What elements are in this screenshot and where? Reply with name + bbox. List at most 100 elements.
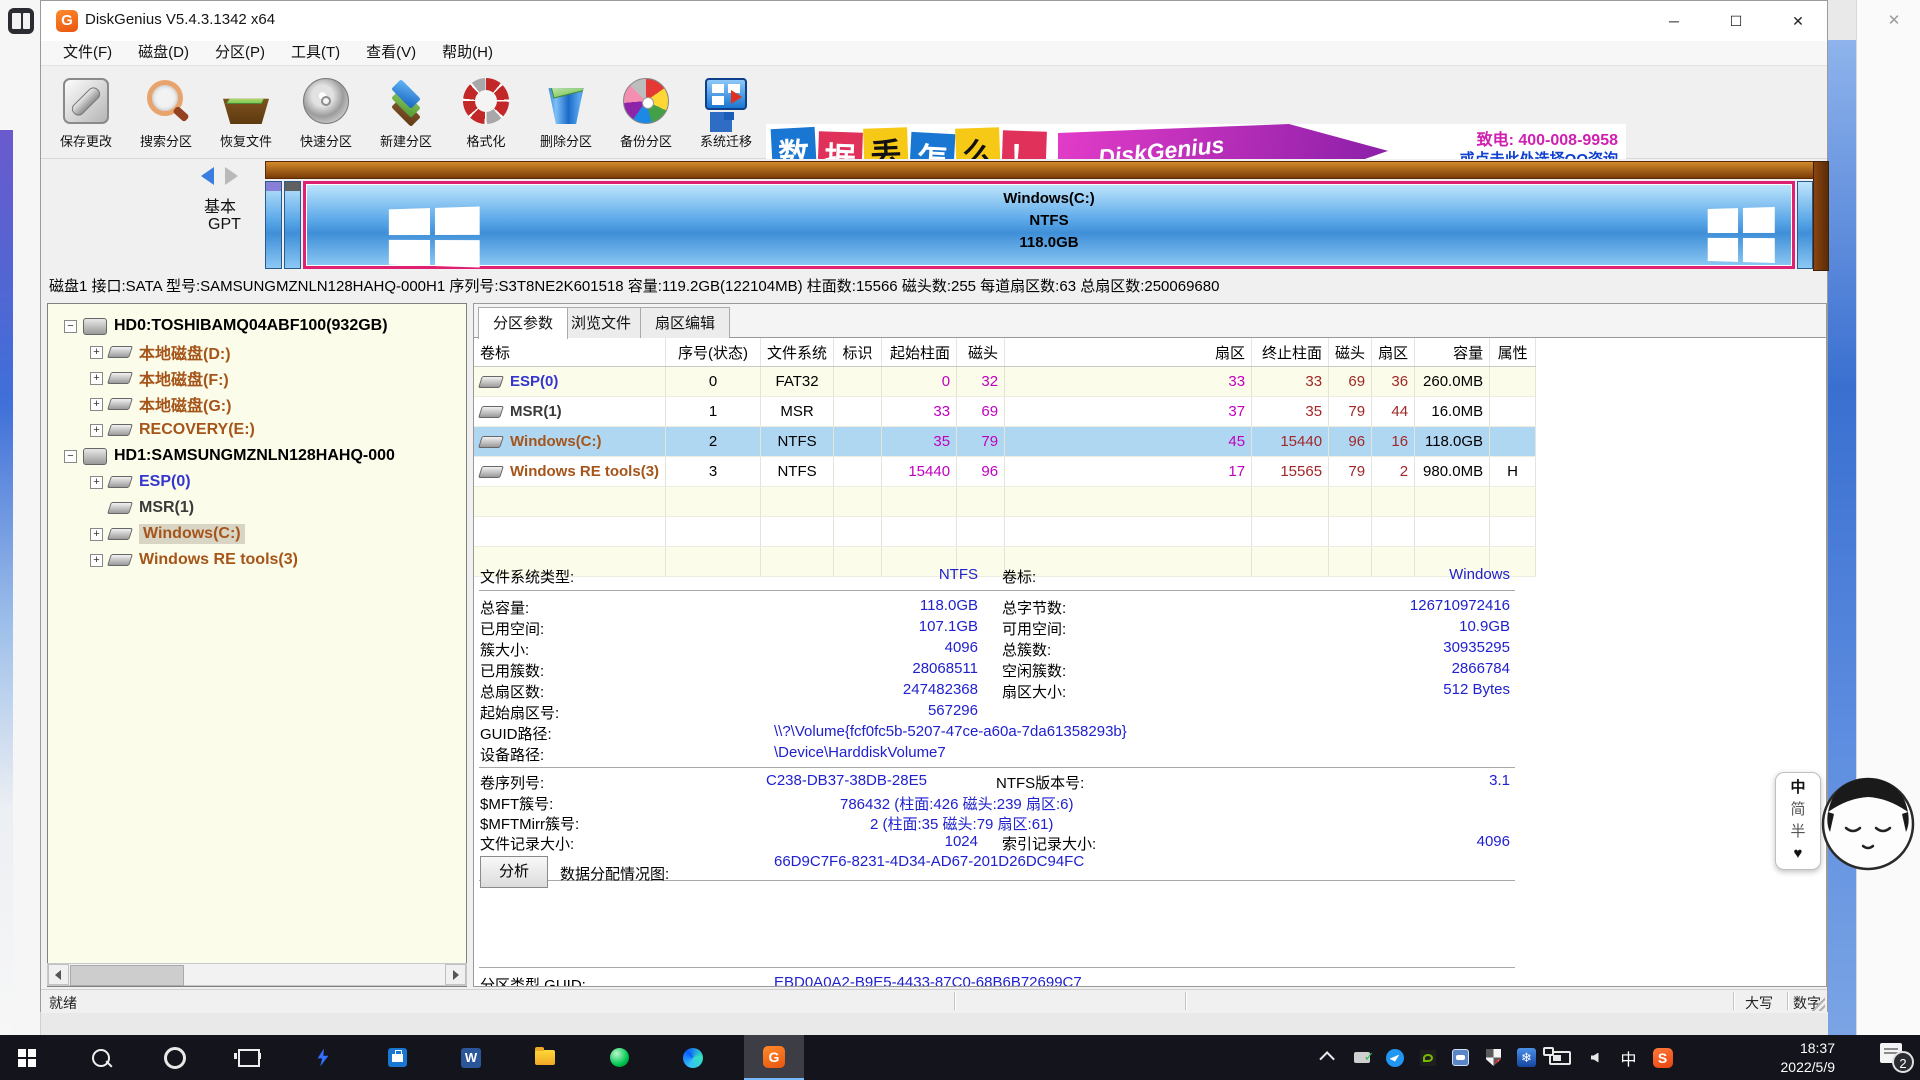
- table-row-msr[interactable]: MSR(1) 1MSR 33 6937 3579 4416.0MB: [474, 397, 1536, 427]
- menu-disk[interactable]: 磁盘(D): [126, 41, 201, 65]
- analyze-button[interactable]: 分析: [480, 856, 548, 888]
- collapse-icon[interactable]: −: [64, 320, 77, 333]
- battery-icon: [1549, 1051, 1571, 1065]
- background-close-icon[interactable]: ✕: [1874, 8, 1914, 34]
- partition-block-re-tools[interactable]: [1797, 181, 1813, 269]
- disk-icon: [83, 318, 107, 335]
- cortana-icon: [164, 1047, 186, 1069]
- table-row-esp[interactable]: ESP(0) 0FAT32 0 3233 3369 36260.0MB: [474, 367, 1536, 397]
- tree-item-recovery-e[interactable]: + RECOVERY(E:): [90, 418, 255, 442]
- prev-disk-icon[interactable]: [201, 167, 214, 185]
- search-partition-button[interactable]: 搜索分区: [123, 70, 209, 156]
- partition-icon: [107, 424, 133, 436]
- taskbar-app-lightning[interactable]: [300, 1035, 346, 1080]
- format-button[interactable]: 格式化: [443, 70, 529, 156]
- expand-icon[interactable]: +: [90, 346, 103, 359]
- expand-icon[interactable]: +: [90, 372, 103, 385]
- scroll-left-icon[interactable]: [48, 964, 69, 985]
- partition-icon: [478, 466, 504, 478]
- tree-item-hd0[interactable]: − HD0:TOSHIBAMQ04ABF100(932GB): [64, 314, 388, 338]
- title-bar[interactable]: G DiskGenius V5.4.3.1342 x64 ─ ☐ ✕: [41, 1, 1827, 41]
- tab-partition-params[interactable]: 分区参数: [478, 307, 568, 339]
- expand-icon[interactable]: +: [90, 554, 103, 567]
- tray-battery[interactable]: [1543, 1035, 1576, 1080]
- partition-block-msr[interactable]: [284, 181, 301, 269]
- expand-icon[interactable]: +: [90, 528, 103, 541]
- close-button[interactable]: ✕: [1767, 1, 1829, 41]
- tree-horizontal-scrollbar[interactable]: [47, 963, 467, 986]
- next-disk-icon[interactable]: [225, 167, 238, 185]
- menu-partition[interactable]: 分区(P): [203, 41, 277, 65]
- tree-item-local-f[interactable]: + 本地磁盘(F:): [90, 366, 229, 390]
- tree-item-local-d[interactable]: + 本地磁盘(D:): [90, 340, 231, 364]
- new-partition-button[interactable]: 新建分区: [363, 70, 449, 156]
- taskbar-app-explorer[interactable]: [522, 1035, 568, 1080]
- taskbar-search-button[interactable]: [78, 1035, 124, 1080]
- tray-snowflake-app[interactable]: ❄: [1510, 1035, 1543, 1080]
- partition-block-windows-c[interactable]: Windows(C:) NTFS 118.0GB: [303, 181, 1795, 269]
- task-view-button[interactable]: [226, 1035, 272, 1080]
- save-changes-button[interactable]: 保存更改: [43, 70, 129, 156]
- quick-partition-button[interactable]: 快速分区: [283, 70, 369, 156]
- taskbar: W G ❄ 中 S 18:37 2022/5/9 2: [0, 1035, 1920, 1080]
- partition-detail-panel: 分区参数 浏览文件 扇区编辑 卷标序号(状态) 文件系统标识 起始柱面磁头 扇区…: [473, 303, 1827, 987]
- tray-printer[interactable]: [1345, 1035, 1378, 1080]
- partition-icon: [107, 372, 133, 384]
- tray-nvidia[interactable]: [1411, 1035, 1444, 1080]
- layers-icon: [383, 78, 429, 124]
- menu-file[interactable]: 文件(F): [51, 41, 124, 65]
- taskbar-app-edge[interactable]: [670, 1035, 716, 1080]
- minimize-button[interactable]: ─: [1643, 1, 1705, 41]
- expand-icon[interactable]: +: [90, 424, 103, 437]
- taskbar-clock[interactable]: 18:37 2022/5/9: [1781, 1039, 1836, 1077]
- tab-sector-edit[interactable]: 扇区编辑: [640, 307, 730, 338]
- tree-item-windows-c[interactable]: + Windows(C:): [90, 522, 245, 546]
- tray-s-app[interactable]: S: [1646, 1035, 1679, 1080]
- tray-expand-button[interactable]: [1312, 1035, 1345, 1080]
- word-icon: W: [461, 1048, 481, 1068]
- menu-bar: 文件(F) 磁盘(D) 分区(P) 工具(T) 查看(V) 帮助(H): [41, 41, 1827, 65]
- menu-view[interactable]: 查看(V): [354, 41, 428, 65]
- tray-bird-app[interactable]: [1378, 1035, 1411, 1080]
- expand-icon[interactable]: +: [90, 476, 103, 489]
- taskbar-app-green[interactable]: [596, 1035, 642, 1080]
- tree-item-windows-re[interactable]: + Windows RE tools(3): [90, 548, 298, 572]
- collapse-icon[interactable]: −: [64, 450, 77, 463]
- notification-badge[interactable]: 2: [1892, 1051, 1914, 1073]
- tray-intel[interactable]: [1444, 1035, 1477, 1080]
- tray-volume[interactable]: [1578, 1035, 1611, 1080]
- partition-block-esp[interactable]: [265, 181, 282, 269]
- table-row-windows-re[interactable]: Windows RE tools(3) 3NTFS 15440 9617 155…: [474, 457, 1536, 487]
- expand-icon[interactable]: +: [90, 398, 103, 411]
- tree-item-local-g[interactable]: + 本地磁盘(G:): [90, 392, 231, 416]
- monitor-icon: [705, 78, 747, 110]
- pie-ring-icon: [463, 78, 509, 124]
- system-migrate-button[interactable]: 系统迁移: [683, 70, 769, 156]
- windows-logo-icon: [18, 1049, 36, 1067]
- delete-partition-button[interactable]: 删除分区: [523, 70, 609, 156]
- recover-icon: [223, 78, 269, 124]
- taskbar-app-word[interactable]: W: [448, 1035, 494, 1080]
- partition-icon: [478, 436, 504, 448]
- banner-phone[interactable]: 致电: 400-008-9958: [1477, 126, 1618, 150]
- tab-browse-files[interactable]: 浏览文件: [556, 307, 646, 338]
- tray-ime[interactable]: 中: [1612, 1035, 1645, 1080]
- taskbar-app-store[interactable]: [374, 1035, 420, 1080]
- cortana-button[interactable]: [152, 1035, 198, 1080]
- menu-tools[interactable]: 工具(T): [279, 41, 352, 65]
- scroll-right-icon[interactable]: [445, 964, 466, 985]
- allocation-map-label: 数据分配情况图:: [560, 863, 669, 884]
- tray-defender[interactable]: [1477, 1035, 1510, 1080]
- recover-files-button[interactable]: 恢复文件: [203, 70, 289, 156]
- maximize-button[interactable]: ☐: [1705, 1, 1767, 41]
- tree-item-esp[interactable]: + ESP(0): [90, 470, 191, 494]
- menu-help[interactable]: 帮助(H): [430, 41, 505, 65]
- tree-item-msr[interactable]: MSR(1): [90, 496, 194, 520]
- scroll-thumb[interactable]: [70, 965, 184, 986]
- start-button[interactable]: [4, 1035, 50, 1080]
- table-row-windows-c-selected[interactable]: Windows(C:) 2NTFS 35 7945 1544096 16118.…: [474, 427, 1536, 457]
- taskbar-app-diskgenius-active[interactable]: G: [744, 1035, 804, 1080]
- ime-widget[interactable]: 中 简 半 ♥: [1775, 772, 1821, 870]
- tree-item-hd1[interactable]: − HD1:SAMSUNGMZNLN128HAHQ-000: [64, 444, 395, 468]
- backup-partition-button[interactable]: 备份分区: [603, 70, 689, 156]
